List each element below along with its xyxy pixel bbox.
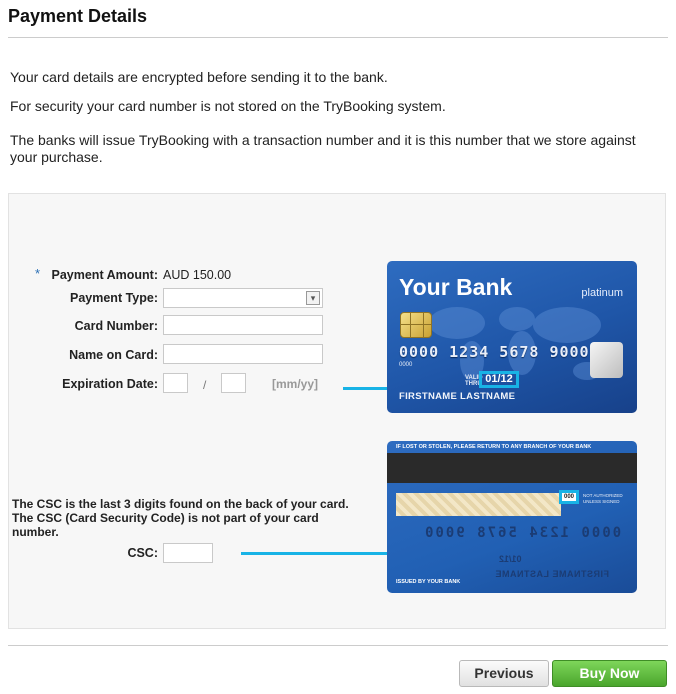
info-encrypted: Your card details are encrypted before s… [10, 69, 388, 85]
chevron-down-icon[interactable]: ▾ [306, 291, 320, 305]
card-tier: platinum [581, 287, 623, 299]
card-back-illustration: IF LOST OR STOLEN, PLEASE RETURN TO ANY … [387, 441, 637, 593]
csc-input[interactable] [163, 543, 213, 563]
card-back-mirror-name: FIRSTNAME LASTNAME [495, 569, 609, 579]
hologram-icon [590, 342, 623, 378]
magnetic-stripe [387, 453, 637, 483]
card-back-lost-text: IF LOST OR STOLEN, PLEASE RETURN TO ANY … [396, 444, 592, 450]
card-number-label: Card Number: [74, 319, 158, 333]
card-number-input[interactable] [163, 315, 323, 335]
card-number-sample: 0000 1234 5678 9000 [399, 343, 590, 361]
card-holder-name: FIRSTNAME LASTNAME [399, 391, 516, 402]
bank-name: Your Bank [399, 274, 513, 300]
card-cvv-highlight: 000 [559, 490, 579, 504]
card-back-mirror-number: 0000 1234 5678 9000 [423, 525, 622, 541]
payment-amount-value: AUD 150.00 [163, 268, 232, 282]
card-small-digits: 0000 [399, 362, 413, 368]
card-front-illustration: Your Bank platinum 0000 1234 5678 9000 0… [387, 261, 637, 413]
previous-button[interactable]: Previous [459, 660, 549, 687]
name-on-card-label: Name on Card: [69, 348, 158, 362]
payment-type-select[interactable]: ▾ [163, 288, 323, 308]
payment-type-label: Payment Type: [70, 291, 158, 305]
page-title: Payment Details [8, 6, 148, 26]
expiration-month-input[interactable] [163, 373, 188, 393]
card-back-issued-text: ISSUED BY YOUR BANK [396, 579, 461, 585]
valid-thru-label: VALID THRU [465, 375, 483, 387]
expiration-date-label: Expiration Date: [62, 377, 158, 391]
chip-icon [400, 312, 432, 338]
buy-now-button[interactable]: Buy Now [552, 660, 667, 687]
card-expiry-highlight: 01/12 [479, 371, 519, 388]
info-transaction: The banks will issue TryBooking with a t… [10, 132, 636, 165]
name-on-card-input[interactable] [163, 344, 323, 364]
signature-strip [396, 493, 561, 516]
payment-amount-label: Payment Amount: [51, 268, 159, 282]
expiration-year-input[interactable] [221, 373, 246, 393]
csc-label: CSC: [127, 546, 158, 560]
card-back-auth-text: NOT AUTHORIZED UNLESS SIGNED [583, 493, 623, 504]
expiration-format-hint: [mm/yy] [272, 377, 319, 391]
title-divider [8, 37, 668, 38]
info-not-stored: For security your card number is not sto… [10, 98, 446, 114]
expiration-separator: / [203, 378, 207, 392]
footer-divider [8, 645, 668, 646]
csc-explanation: The CSC is the last 3 digits found on th… [12, 497, 349, 539]
card-back-mirror-expiry: 01/12 [499, 554, 522, 564]
